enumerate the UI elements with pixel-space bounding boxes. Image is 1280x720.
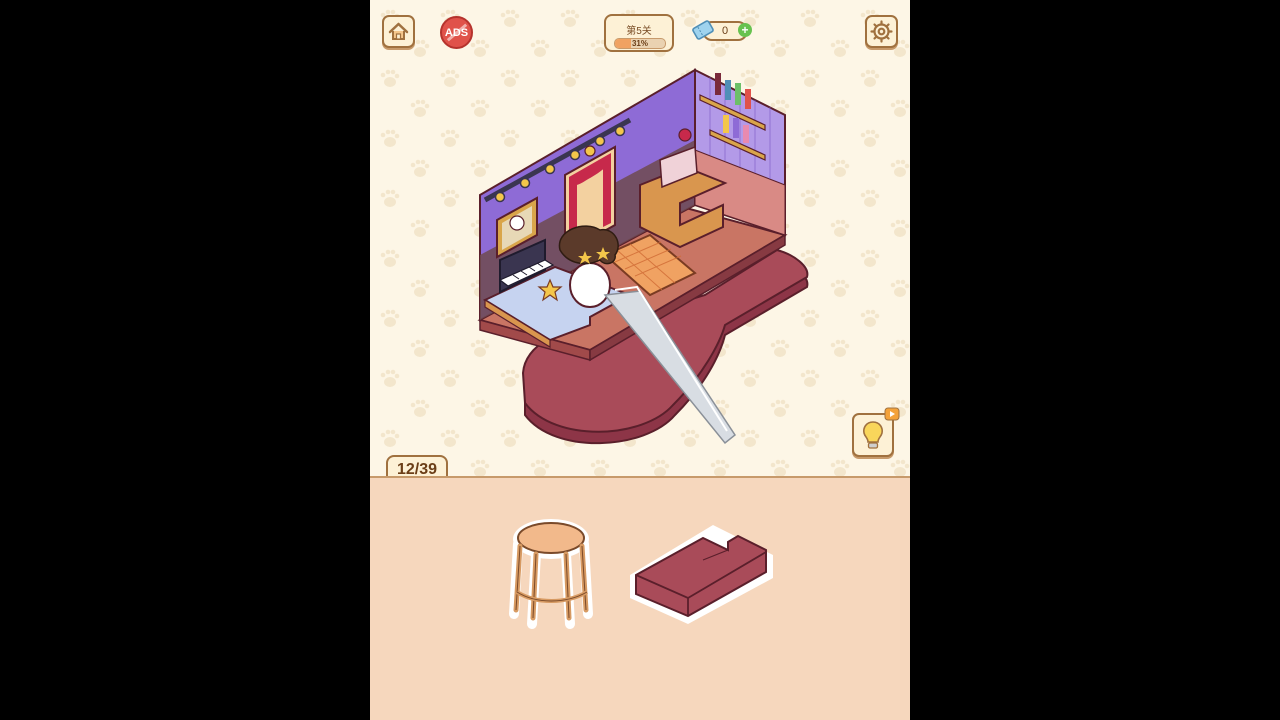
settings-button[interactable] [865, 15, 898, 48]
stool-item[interactable] [506, 514, 598, 630]
level-progress-bar: 31% [614, 38, 666, 49]
ads-label: ADS [444, 26, 469, 39]
lightbulb-icon [863, 421, 883, 449]
home-icon [388, 22, 409, 40]
level-title: 第5关 [626, 26, 652, 37]
add-ticket-button[interactable]: + [738, 23, 752, 37]
home-button[interactable] [382, 15, 415, 48]
ticket-icon [692, 20, 714, 40]
play-video-icon [884, 407, 900, 421]
item-tray [370, 476, 910, 720]
stage-step-item[interactable] [628, 520, 776, 628]
hint-button[interactable] [852, 407, 900, 457]
gear-icon [870, 20, 893, 43]
level-progress-text: 31% [631, 39, 648, 48]
level-indicator: 第5关 31% [604, 14, 674, 52]
room-scene [477, 68, 809, 445]
remove-ads-button[interactable]: ADS [440, 16, 473, 49]
game-screen: ADS 第5关 31% 0 + 12/39 [370, 0, 910, 720]
